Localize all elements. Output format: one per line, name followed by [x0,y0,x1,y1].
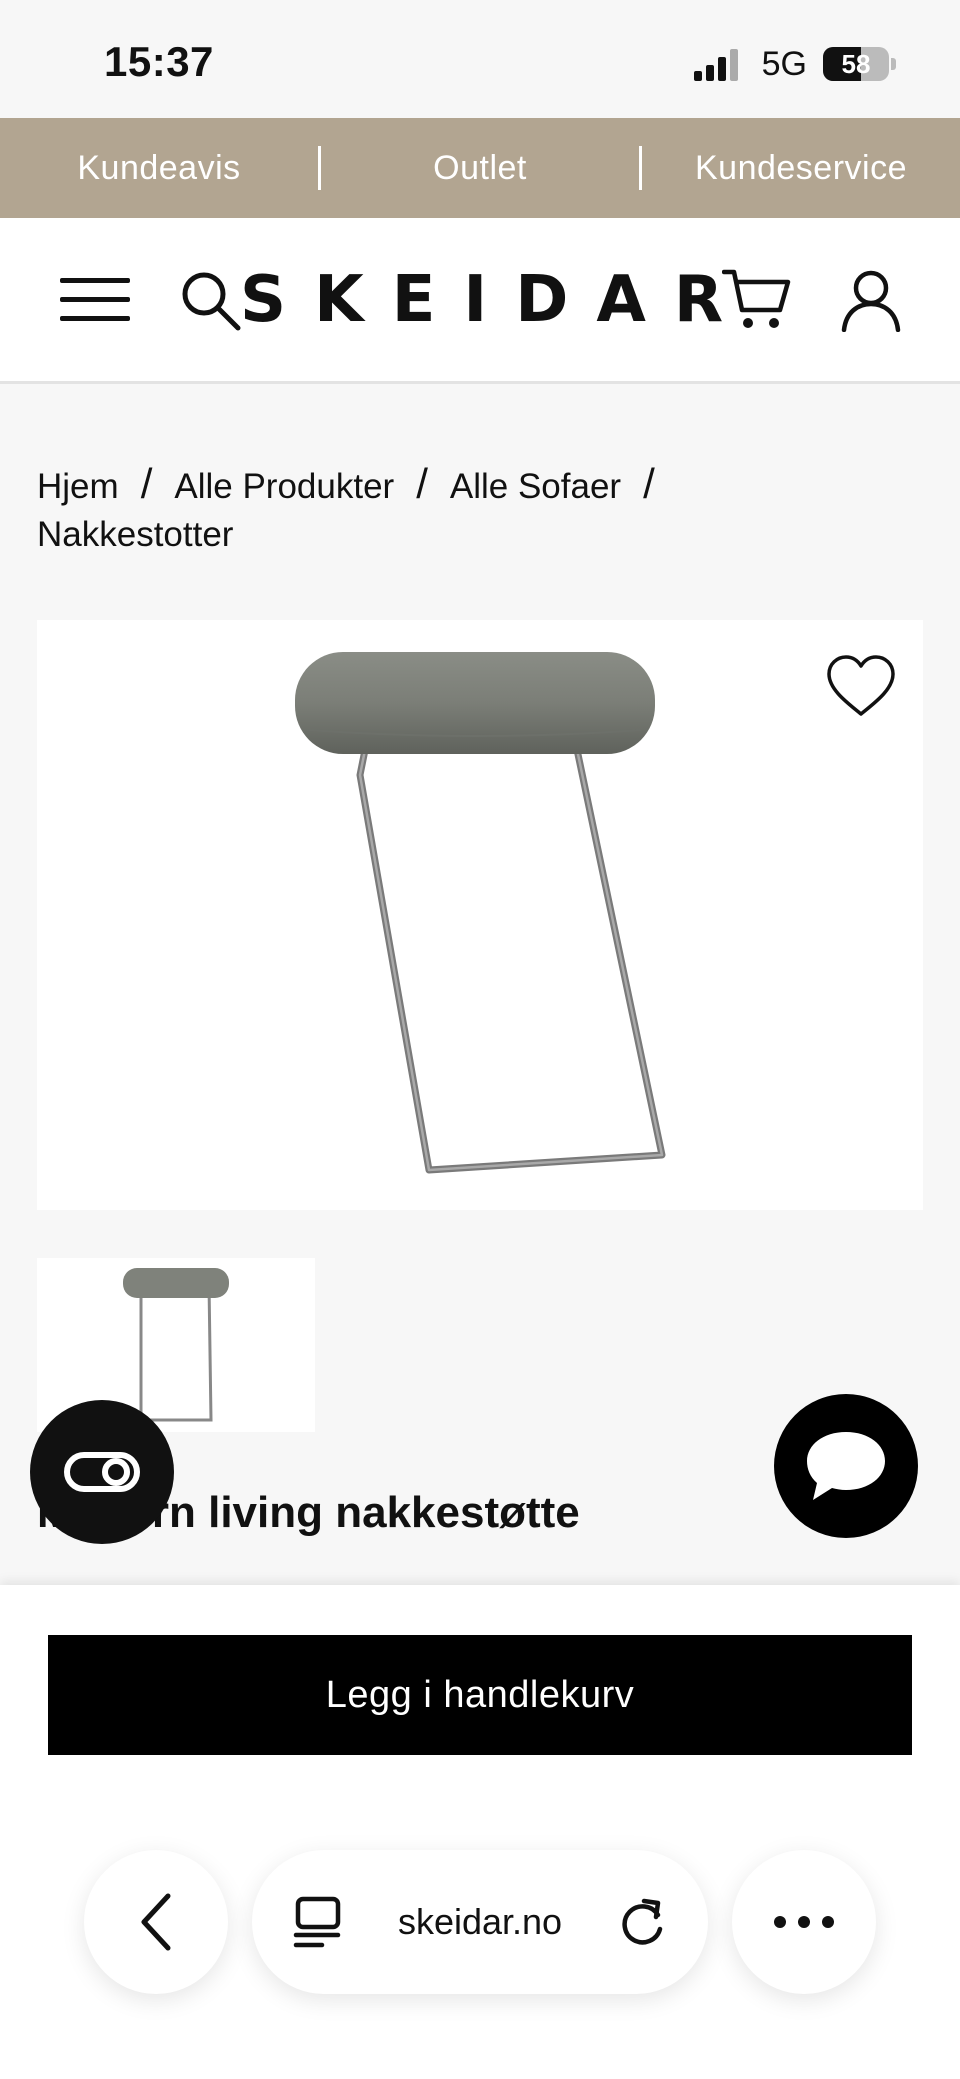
browser-more-button[interactable] [732,1850,876,1994]
top-link-kundeavis[interactable]: Kundeavis [0,149,318,188]
network-label: 5G [761,44,807,83]
add-to-cart-button[interactable]: Legg i handlekurv [48,1635,912,1755]
product-image[interactable] [37,620,923,1210]
browser-toolbar: skeidar.no [0,1850,960,2000]
browser-address-bar[interactable]: skeidar.no [252,1850,708,1994]
search-icon[interactable] [180,270,242,332]
breadcrumb-separator: / [643,460,655,507]
more-icon [774,1916,834,1928]
logo[interactable]: SKEIDAR [240,264,751,336]
headrest-image [295,652,666,1174]
breadcrumb-current: Nakkestotter [37,515,234,554]
chat-button[interactable] [774,1394,918,1538]
status-indicators: 5G 58 [693,44,896,84]
user-icon[interactable] [840,268,902,332]
top-link-outlet[interactable]: Outlet [321,149,639,188]
heart-icon[interactable] [825,654,897,718]
cart-icon[interactable] [722,266,792,332]
breadcrumb-alle-produkter[interactable]: Alle Produkter [174,467,394,506]
sticky-cta-panel: Legg i handlekurv [0,1585,960,2079]
menu-icon[interactable] [60,278,130,322]
chat-icon [807,1432,885,1500]
battery-level: 58 [841,48,871,79]
breadcrumb-home[interactable]: Hjem [37,467,119,506]
tabs-icon [293,1896,341,1948]
top-link-kundeservice[interactable]: Kundeservice [642,149,960,188]
breadcrumb-separator: / [140,460,153,507]
site-header: SKEIDAR [0,218,960,384]
battery-icon: 58 [823,47,889,81]
status-time: 15:37 [104,38,214,85]
signal-icon [693,47,746,81]
browser-url: skeidar.no [397,1901,563,1942]
reload-icon[interactable] [618,1895,668,1949]
browser-back-button[interactable] [84,1850,228,1994]
breadcrumb: Hjem / Alle Produkter / Alle Sofaer / Nakkest… [37,460,917,559]
accessibility-button[interactable] [30,1400,174,1544]
back-icon [141,1893,171,1951]
breadcrumb-alle-sofaer[interactable]: Alle Sofaer [450,467,621,506]
top-nav-strip: Kundeavis Outlet Kundeservice [0,118,960,218]
status-bar: 15:37 5G 58 [0,0,960,118]
toggle-icon [64,1452,140,1492]
breadcrumb-separator: / [416,460,428,507]
